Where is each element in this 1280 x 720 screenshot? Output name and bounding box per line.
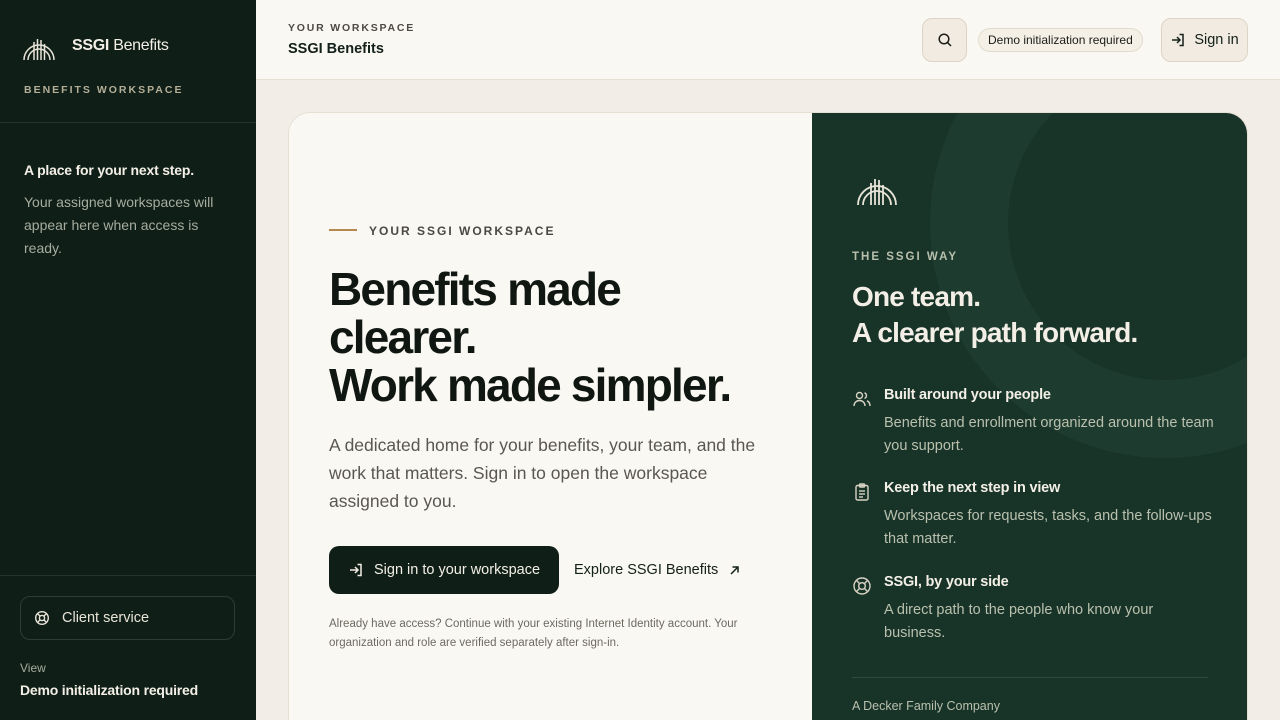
sidebar-text: Your assigned workspaces will appear her… — [24, 194, 214, 256]
hero-left: YOUR SSGI WORKSPACE Benefits made cleare… — [289, 113, 812, 720]
lifebuoy-icon — [853, 577, 871, 595]
arrow-up-right-icon — [730, 565, 740, 575]
sign-in-icon — [349, 563, 362, 577]
panel-eyebrow: THE SSGI WAY — [852, 251, 959, 263]
lifebuoy-icon — [34, 610, 50, 626]
top-header: YOUR WORKSPACE SSGI Benefits Demo initia… — [256, 0, 1280, 80]
hero-description: A dedicated home for your benefits, your… — [329, 435, 756, 511]
feature-description: A direct path to the people who know you… — [884, 602, 1154, 641]
hero-card: YOUR SSGI WORKSPACE Benefits made cleare… — [288, 112, 1248, 720]
feature-description: Benefits and enrollment organized around… — [884, 415, 1214, 454]
sidebar: SSGI Benefits BENEFITS WORKSPACE A place… — [0, 0, 256, 720]
feature-title: SSGI, by your side — [884, 574, 1009, 590]
panel-footer: A Decker Family Company — [852, 699, 1000, 713]
primary-button-label: Sign in to your workspace — [373, 562, 541, 578]
panel-divider — [852, 677, 1208, 678]
brand-logo-icon — [23, 39, 55, 61]
headline-line: Benefits made — [329, 263, 622, 315]
search-button[interactable] — [922, 18, 967, 62]
client-service-label: Client service — [62, 610, 150, 626]
explore-link-label: Explore SSGI Benefits — [574, 562, 719, 578]
sign-in-icon — [1172, 33, 1185, 47]
view-value: Demo initialization required — [20, 682, 198, 698]
headline-line: Work made simpler. — [329, 359, 732, 411]
header-sign-in-button[interactable]: Sign in — [1161, 18, 1248, 62]
sidebar-heading: A place for your next step. — [24, 162, 194, 178]
panel-title-line: A clearer path forward. — [852, 317, 1138, 348]
sign-in-workspace-button[interactable]: Sign in to your workspace — [329, 546, 559, 594]
brand-subtitle: BENEFITS WORKSPACE — [24, 84, 184, 96]
header-eyebrow: YOUR WORKSPACE — [288, 22, 416, 34]
clipboard-icon — [855, 483, 869, 501]
sidebar-divider-bottom — [0, 575, 256, 576]
hero-right-panel: THE SSGI WAY One team. A clearer path fo… — [812, 113, 1247, 720]
people-icon — [853, 391, 871, 407]
feature-title: Keep the next step in view — [884, 480, 1061, 496]
eyebrow-accent-line — [329, 229, 357, 231]
brand[interactable]: SSGI Benefits — [22, 30, 169, 62]
explore-link[interactable]: Explore SSGI Benefits — [574, 562, 741, 578]
brand-logo-icon — [857, 179, 897, 206]
fine-print: Already have access? Continue with your … — [329, 618, 738, 649]
view-label: View — [20, 661, 46, 675]
headline-line: clearer. — [329, 311, 478, 363]
sign-in-label: Sign in — [1194, 32, 1239, 48]
sidebar-divider — [0, 122, 256, 123]
panel-title: One team. A clearer path forward. — [852, 279, 1138, 351]
brand-name: SSGI Benefits — [72, 37, 169, 54]
client-service-button[interactable]: Client service — [20, 596, 235, 640]
panel-title-line: One team. — [852, 281, 981, 312]
hero-headline: Benefits made clearer. Work made simpler… — [329, 265, 799, 409]
feature-title: Built around your people — [884, 387, 1051, 403]
hero-eyebrow: YOUR SSGI WORKSPACE — [369, 224, 556, 238]
status-badge: Demo initialization required — [978, 28, 1143, 52]
header-title: SSGI Benefits — [288, 41, 384, 57]
search-icon — [937, 33, 952, 47]
feature-description: Workspaces for requests, tasks, and the … — [884, 508, 1212, 547]
